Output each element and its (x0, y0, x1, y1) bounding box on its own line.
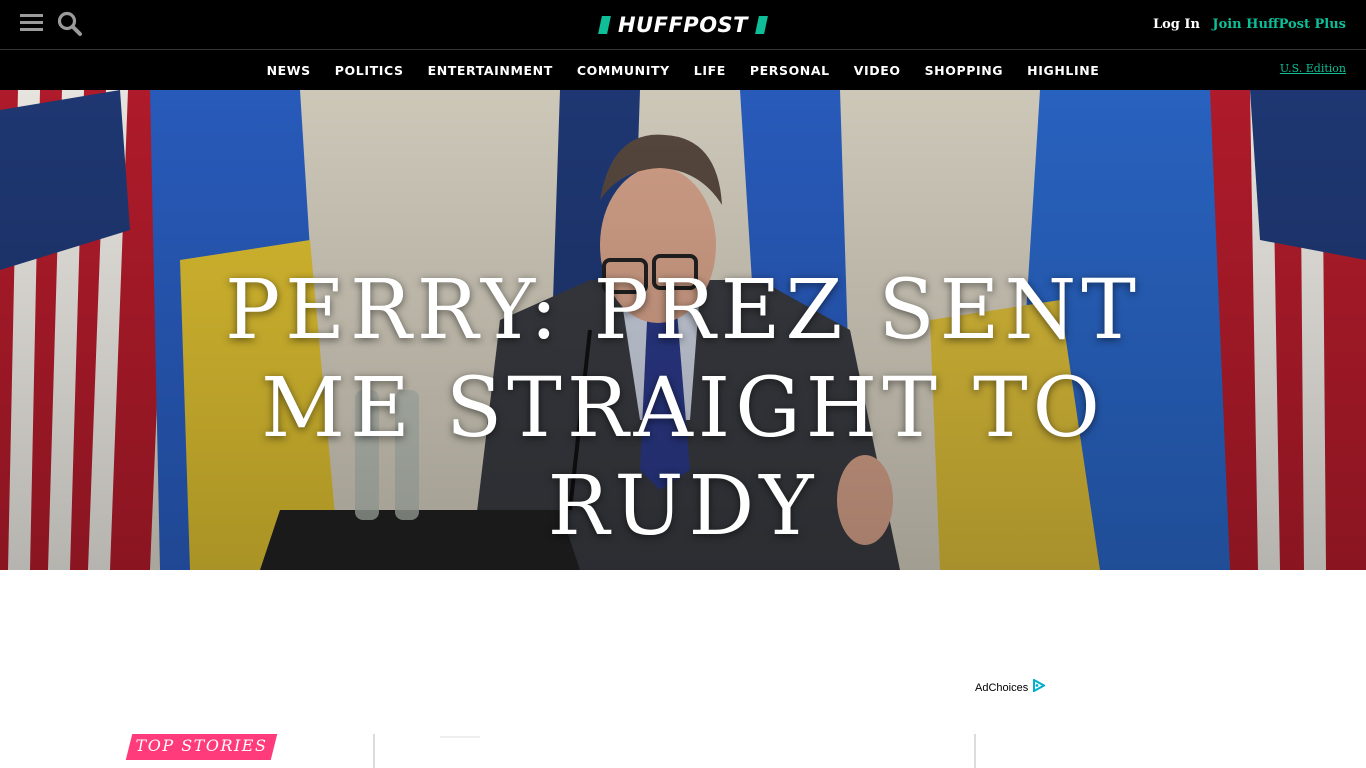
column-divider-left (373, 734, 375, 768)
adchoices-link[interactable]: AdChoices (975, 678, 1047, 697)
nav-item-personal[interactable]: PERSONAL (738, 63, 842, 78)
column-divider-right (974, 734, 976, 768)
edition-selector[interactable]: U.S. Edition (1280, 62, 1346, 75)
nav-item-video[interactable]: VIDEO (842, 63, 913, 78)
join-huffpost-plus-link[interactable]: Join HuffPost Plus (1212, 17, 1346, 32)
adchoices-icon (1033, 678, 1047, 697)
hero-headline[interactable]: PERRY: PREZ SENT ME STRAIGHT TO RUDY (183, 262, 1183, 556)
nav-item-politics[interactable]: POLITICS (323, 63, 416, 78)
adchoices-label: AdChoices (975, 682, 1029, 694)
hamburger-menu-icon[interactable] (20, 14, 44, 34)
nav-item-shopping[interactable]: SHOPPING (913, 63, 1016, 78)
logo-right-bar (755, 16, 768, 34)
nav-item-life[interactable]: LIFE (682, 63, 738, 78)
section-nav: NEWS POLITICS ENTERTAINMENT COMMUNITY LI… (0, 49, 1366, 90)
nav-items: NEWS POLITICS ENTERTAINMENT COMMUNITY LI… (0, 50, 1366, 90)
nav-item-community[interactable]: COMMUNITY (565, 63, 682, 78)
top-header: HUFFPOST Log In Join HuffPost Plus (0, 0, 1366, 50)
logo-left-bar (598, 16, 611, 34)
faint-line (440, 736, 480, 738)
top-stories-label: TOP STORIES (135, 736, 268, 755)
search-icon[interactable] (56, 10, 84, 38)
nav-item-news[interactable]: NEWS (255, 63, 323, 78)
nav-item-highline[interactable]: HIGHLINE (1015, 63, 1111, 78)
login-link[interactable]: Log In (1153, 17, 1200, 32)
logo-text: HUFFPOST (617, 13, 748, 37)
huffpost-logo[interactable]: HUFFPOST (598, 13, 768, 37)
hero-splash[interactable]: PERRY: PREZ SENT ME STRAIGHT TO RUDY (0, 90, 1366, 570)
nav-item-entertainment[interactable]: ENTERTAINMENT (416, 63, 565, 78)
